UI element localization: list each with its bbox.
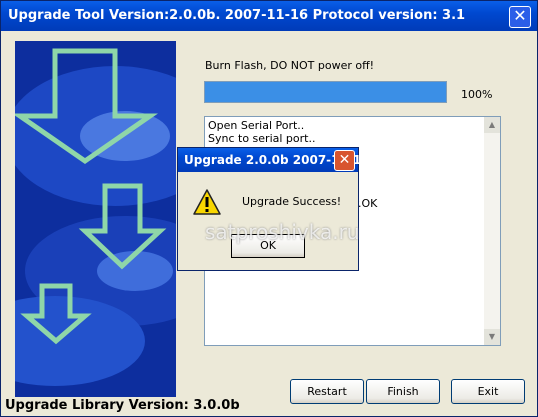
scroll-down-icon[interactable]: ▼ [484,329,500,345]
log-line: Sync to serial port.. [208,132,316,145]
window-title: Upgrade Tool Version:2.0.0b. 2007-11-16 … [8,8,466,23]
progress-label: 100% [461,88,493,101]
progress-fill [205,82,446,102]
status-message: Burn Flash, DO NOT power off! [205,59,375,72]
close-icon[interactable]: ✕ [509,6,531,28]
library-version-label: Upgrade Library Version: 3.0.0b [5,398,240,413]
log-line: Open Serial Port.. [208,119,305,132]
scroll-up-icon[interactable]: ▲ [484,117,500,133]
title-bar[interactable]: Upgrade Tool Version:2.0.0b. 2007-11-16 … [1,1,537,31]
warning-icon [193,189,221,215]
restart-button[interactable]: Restart [290,379,364,404]
exit-button[interactable]: Exit [451,379,525,404]
dialog-title-bar[interactable]: Upgrade 2.0.0b 2007-11-16 ✕ [178,148,370,172]
banner-graphic [15,41,176,397]
dialog-close-icon[interactable]: ✕ [334,150,355,171]
down-arrows-banner [15,41,176,397]
dialog-message: Upgrade Success! [242,195,342,208]
finish-button[interactable]: Finish [366,379,440,404]
watermark-text: satproshivka.ru [205,220,360,244]
success-dialog: Upgrade 2.0.0b 2007-11-16 ✕ Upgrade Succ… [177,147,370,271]
log-scrollbar[interactable]: ▲ ▼ [484,117,500,345]
progress-bar [204,81,447,103]
